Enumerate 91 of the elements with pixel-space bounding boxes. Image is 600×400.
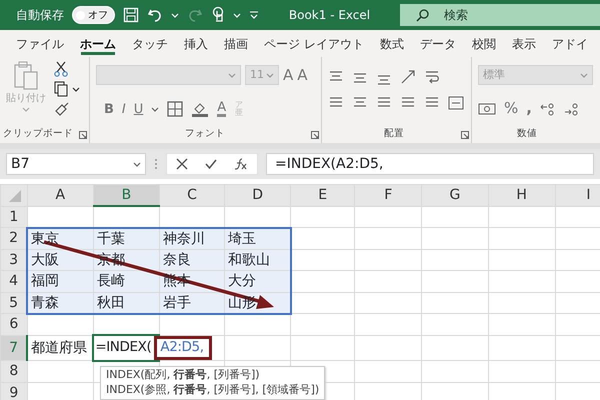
- ribbon-tab[interactable]: 描画: [216, 30, 256, 57]
- decrease-decimal-icon[interactable]: [564, 102, 580, 116]
- cell-text: 青森: [31, 294, 60, 310]
- autosave-toggle[interactable]: オフ: [72, 6, 115, 24]
- format-painter-icon[interactable]: [54, 101, 70, 117]
- column-header[interactable]: C: [159, 184, 225, 206]
- column-header[interactable]: E: [290, 184, 355, 206]
- cancel-icon[interactable]: [176, 158, 188, 170]
- save-icon[interactable]: [123, 7, 139, 23]
- syntax-hint: INDEX(参照, 行番号, [列番号], [領域番号]): [106, 382, 320, 398]
- ribbon-tab[interactable]: ページ レイアウト: [256, 30, 372, 57]
- ribbon-tab[interactable]: 挿入: [176, 30, 216, 57]
- enter-icon[interactable]: [204, 158, 217, 170]
- ribbon-tab[interactable]: アドイ: [544, 30, 596, 57]
- cell-text: 秋田: [96, 294, 125, 310]
- column-header[interactable]: A: [27, 184, 94, 206]
- row-header[interactable]: 8: [0, 360, 28, 382]
- ribbon-tab[interactable]: タッチ: [124, 30, 176, 57]
- ribbon-tab[interactable]: 表示: [504, 30, 544, 57]
- cell-text: 大分: [228, 273, 256, 290]
- ribbon-tab[interactable]: データ: [412, 30, 464, 57]
- fill-color-icon[interactable]: [191, 101, 210, 117]
- group-label: フォント: [185, 126, 225, 141]
- syntax-hint: INDEX(配列, 行番号, [列番号]): [106, 368, 261, 383]
- column-header[interactable]: D: [224, 184, 291, 206]
- cell-text: 福岡: [31, 273, 60, 290]
- undo-icon[interactable]: [147, 7, 163, 23]
- formula-field[interactable]: =INDEX(A2:D5,: [266, 153, 594, 175]
- merge-icon[interactable]: [448, 95, 464, 111]
- cell-text: 神奈川: [162, 230, 205, 246]
- caret-icon[interactable]: [72, 86, 80, 92]
- increase-decimal-icon[interactable]: [540, 102, 556, 116]
- column-header[interactable]: I: [555, 184, 600, 206]
- caret-icon[interactable]: [133, 160, 141, 168]
- group-label: クリップボード: [3, 126, 73, 141]
- cell-text: 長崎: [96, 273, 125, 290]
- style-button[interactable]: I: [122, 102, 126, 116]
- dialog-launcher-icon[interactable]: [461, 131, 469, 139]
- search-field[interactable]: 検索: [400, 4, 600, 26]
- font-color-button[interactable]: A: [217, 101, 226, 117]
- cell-text: 奈良: [162, 252, 191, 268]
- column-header[interactable]: H: [488, 184, 556, 206]
- scissors-icon[interactable]: [54, 61, 68, 77]
- font-name-field[interactable]: [96, 65, 241, 85]
- cell-text: 和歌山: [228, 252, 270, 268]
- row-header[interactable]: 5: [0, 292, 28, 314]
- style-button[interactable]: B: [104, 102, 114, 116]
- group-label: 数値: [517, 126, 537, 141]
- name-box[interactable]: B7: [6, 153, 146, 175]
- row-header[interactable]: 9: [0, 382, 28, 400]
- row-header[interactable]: 6: [0, 314, 28, 335]
- search-icon: [416, 9, 429, 22]
- grow-font-button[interactable]: A: [283, 68, 294, 82]
- row-header[interactable]: 2: [0, 228, 28, 249]
- cell-text: 千葉: [96, 230, 125, 246]
- ribbon-tab[interactable]: ファイル: [8, 30, 72, 57]
- formula-text: =INDEX(: [95, 339, 152, 355]
- column-header[interactable]: B: [93, 184, 160, 206]
- orientation-icon[interactable]: [400, 69, 416, 85]
- insert-function-icon[interactable]: [234, 158, 248, 170]
- touch-icon[interactable]: [211, 6, 225, 24]
- cell-text: 東京: [31, 230, 60, 246]
- row-header[interactable]: 1: [0, 206, 28, 228]
- cell-text: 埼玉: [228, 230, 256, 246]
- percent-button[interactable]: %: [504, 101, 518, 116]
- ribbon-tab[interactable]: 数式: [372, 30, 412, 57]
- row-header[interactable]: 4: [0, 270, 28, 292]
- grip-icon: [154, 158, 158, 170]
- comma-button[interactable]: ,: [526, 101, 532, 116]
- ribbon-tab[interactable]: ホーム: [72, 30, 124, 57]
- customize-icon[interactable]: [249, 10, 259, 20]
- ribbon-tab[interactable]: 校閲: [464, 30, 504, 57]
- dialog-launcher-icon[interactable]: [79, 131, 87, 139]
- wrap-text-icon[interactable]: [424, 69, 440, 85]
- column-header[interactable]: G: [422, 184, 488, 206]
- row-header[interactable]: 7: [0, 335, 28, 360]
- dialog-launcher-icon[interactable]: [311, 131, 319, 139]
- copy-icon[interactable]: [54, 81, 68, 97]
- borders-icon[interactable]: [167, 101, 184, 117]
- caret-icon[interactable]: [151, 106, 160, 112]
- window-title: Book1 - Excel: [288, 7, 370, 24]
- shrink-font-button[interactable]: A: [297, 68, 308, 82]
- cell-text: 都道府県: [31, 340, 88, 356]
- cell-text: 岩手: [162, 294, 191, 310]
- cell-text: 大阪: [31, 252, 60, 268]
- style-button[interactable]: U: [134, 102, 144, 116]
- column-header[interactable]: F: [354, 184, 422, 206]
- currency-icon[interactable]: [478, 102, 496, 116]
- autosave-label: 自動保存: [16, 7, 64, 24]
- group-label: 配置: [384, 126, 404, 141]
- row-header[interactable]: 3: [0, 249, 28, 270]
